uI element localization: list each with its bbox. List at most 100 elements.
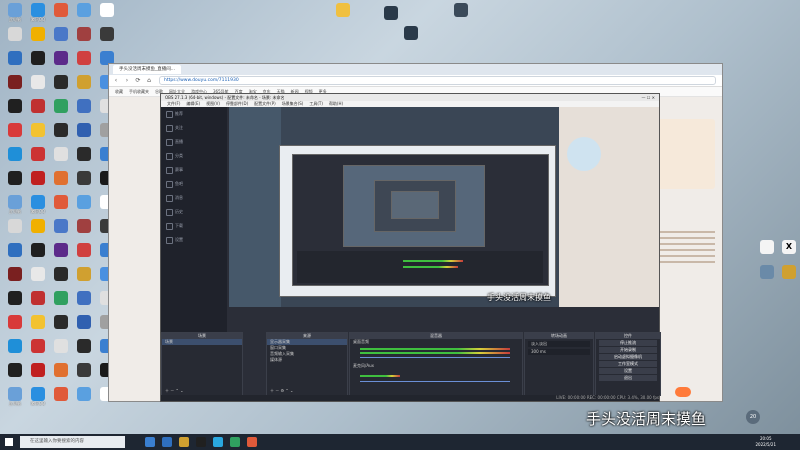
left-nav-item[interactable]: 推荐	[161, 107, 227, 121]
desktop-icon-folder[interactable]	[776, 265, 800, 279]
app-icon	[31, 51, 45, 65]
app-icon	[8, 267, 22, 281]
transitions-dock-title: 转场动画	[525, 333, 593, 339]
studio-mode-button[interactable]: 工作室模式	[599, 361, 657, 367]
app-icon	[100, 27, 114, 41]
left-nav-item[interactable]: 下载	[161, 219, 227, 233]
bookmark-item[interactable]: 手机收藏夹	[129, 89, 149, 95]
obs-taskbar-icon[interactable]	[196, 437, 206, 447]
app-taskbar-icon[interactable]	[247, 437, 257, 447]
taskbar-clock[interactable]: 20:05 2022/5/21	[755, 436, 776, 448]
app-icon	[54, 3, 68, 17]
app-icon	[54, 195, 68, 209]
app-icon	[77, 363, 91, 377]
desktop-icon-x-app[interactable]: X	[776, 240, 800, 254]
start-recording-button[interactable]: 开始录制	[599, 347, 657, 353]
app-icon	[31, 267, 45, 281]
obs-title: OBS 27.1.3 (64-bit, windows) - 配置文件: 未命名…	[165, 95, 285, 100]
settings-button[interactable]: 设置	[599, 368, 657, 374]
mixer-track-label: 桌面音频	[353, 339, 369, 344]
app-icon	[31, 219, 45, 233]
app-icon	[8, 387, 22, 401]
preview-desktop-icons	[229, 107, 281, 307]
left-nav-item[interactable]: 赛事	[161, 163, 227, 177]
app-icon	[8, 315, 22, 329]
exit-button[interactable]: 退出	[599, 375, 657, 381]
app-icon	[31, 99, 45, 113]
app-icon	[8, 291, 22, 305]
app-icon	[8, 51, 22, 65]
app-icon	[77, 291, 91, 305]
app-icon	[31, 27, 45, 41]
app-icon	[8, 99, 22, 113]
audio-meter	[360, 348, 510, 350]
url-input[interactable]: https://www.douyu.com/7111930	[159, 76, 716, 85]
audio-meter	[360, 375, 400, 377]
obs-title-bar: OBS 27.1.3 (64-bit, windows) - 配置文件: 未命名…	[161, 94, 659, 101]
home-icon[interactable]: ⌂	[145, 77, 153, 85]
gift-button[interactable]	[675, 387, 691, 397]
bookmark-item[interactable]: 收藏	[115, 89, 123, 95]
transition-duration[interactable]: 300 ms	[528, 349, 590, 355]
audio-meter	[360, 352, 510, 354]
browser-tab[interactable]: 手头没活周末摸鱼_直播间...	[113, 65, 182, 74]
desktop-icon[interactable]	[94, 27, 120, 51]
app-icon	[54, 27, 68, 41]
app-icon	[31, 3, 45, 17]
app-icon	[77, 51, 91, 65]
left-nav-item[interactable]: 鱼吧	[161, 177, 227, 191]
explorer-taskbar-icon[interactable]	[179, 437, 189, 447]
clock-date: 2022/5/21	[755, 442, 776, 447]
volume-slider[interactable]	[360, 381, 510, 382]
app-icon	[8, 27, 22, 41]
app-icon	[31, 387, 45, 401]
obs-preview[interactable]: 手头没活周末摸鱼	[229, 107, 559, 307]
refresh-icon[interactable]: ⟳	[134, 77, 142, 85]
app-icon	[77, 147, 91, 161]
chat-text-block	[657, 227, 715, 317]
app-icon	[31, 123, 45, 137]
stop-streaming-button[interactable]: 停止推流	[599, 340, 657, 346]
app-icon	[54, 339, 68, 353]
app-icon	[77, 219, 91, 233]
taskbar: 在这里输入你要搜索的内容 20:05 2022/5/21	[0, 434, 800, 450]
left-nav-item[interactable]: 历史	[161, 205, 227, 219]
window-controls-icon[interactable]: — ☐ ✕	[642, 94, 655, 101]
desktop-icon[interactable]	[94, 3, 120, 27]
obs-window: OBS 27.1.3 (64-bit, windows) - 配置文件: 未命名…	[160, 93, 661, 402]
source-item[interactable]: 媒体源	[267, 357, 347, 363]
left-nav-item[interactable]: 分类	[161, 149, 227, 163]
app-icon	[77, 171, 91, 185]
taskbar-search-input[interactable]: 在这里输入你要搜索的内容	[20, 436, 125, 448]
nested-obs	[292, 154, 549, 286]
desktop-icon-top2[interactable]	[378, 6, 404, 20]
transition-select[interactable]: 淡入淡出	[528, 341, 590, 347]
back-icon[interactable]: ‹	[112, 77, 120, 85]
start-icon[interactable]	[5, 438, 13, 446]
qq-taskbar-icon[interactable]	[213, 437, 223, 447]
scene-item[interactable]: 场景	[162, 339, 242, 345]
scene-add-icon[interactable]: ＋ － ⌃ ⌄	[162, 388, 184, 394]
stream-caption-small: 手头没活周末摸鱼	[487, 293, 551, 302]
app-icon	[54, 171, 68, 185]
nested-browser	[279, 145, 556, 297]
mascot-image	[567, 137, 601, 171]
desktop-icon-top1[interactable]	[330, 3, 356, 17]
app-icon	[31, 195, 45, 209]
browser-taskbar-icon[interactable]	[162, 437, 172, 447]
left-nav-item[interactable]: 关注	[161, 121, 227, 135]
left-nav-item[interactable]: 直播	[161, 135, 227, 149]
desktop-icon-top3[interactable]	[448, 3, 474, 17]
forward-icon[interactable]: ›	[123, 77, 131, 85]
left-nav-item[interactable]: 设置	[161, 233, 227, 247]
task-view-icon[interactable]	[145, 437, 155, 447]
wechat-taskbar-icon[interactable]	[230, 437, 240, 447]
source-add-icon[interactable]: ＋ － ⚙ ⌃ ⌄	[267, 388, 293, 394]
virtual-camera-button[interactable]: 启动虚拟摄像机	[599, 354, 657, 360]
volume-slider[interactable]	[360, 357, 510, 358]
promo-banner[interactable]	[657, 119, 715, 189]
desktop-icon-top4[interactable]	[398, 26, 424, 40]
notification-badge[interactable]: 20	[746, 410, 760, 424]
left-nav-item[interactable]: 消息	[161, 191, 227, 205]
desktop-icon-label	[94, 17, 120, 27]
